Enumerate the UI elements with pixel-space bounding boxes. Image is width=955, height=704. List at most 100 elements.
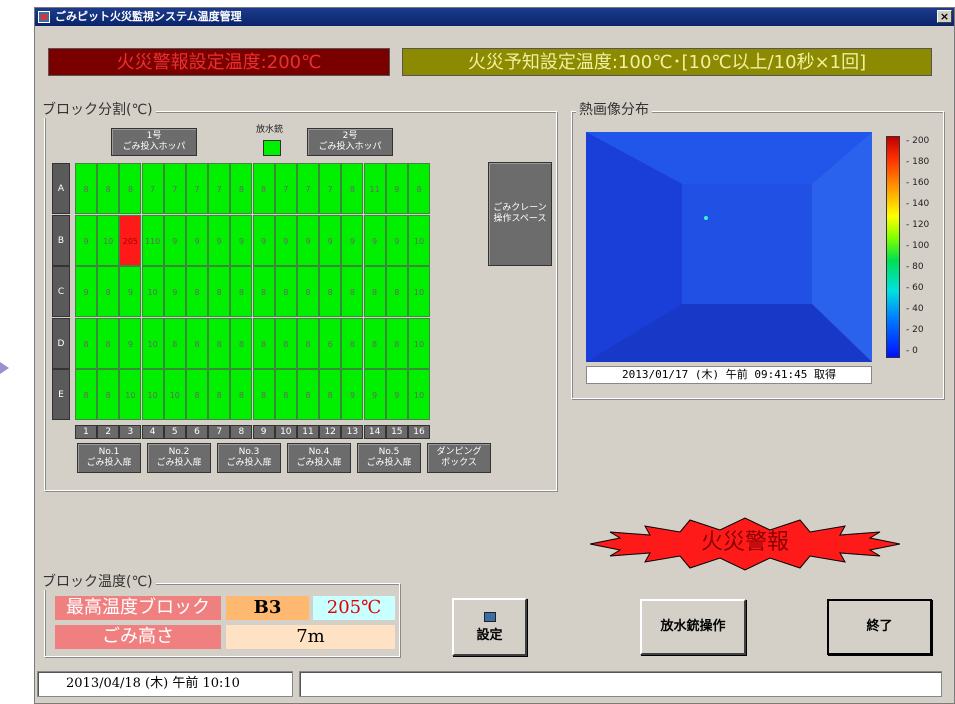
grid-cell-c1[interactable]: 9 — [75, 266, 97, 318]
close-button[interactable]: × — [937, 10, 952, 23]
grid-cell-c10[interactable]: 8 — [274, 266, 297, 318]
grid-cell-d8[interactable]: 8 — [230, 317, 253, 369]
grid-cell-b3[interactable]: 205 — [119, 214, 142, 266]
grid-cell-c5[interactable]: 9 — [163, 266, 186, 318]
grid-cell-d4[interactable]: 10 — [141, 317, 164, 369]
grid-cell-d13[interactable]: 8 — [341, 317, 364, 369]
alarm-setting-banner: 火災警報設定温度:200℃ — [48, 48, 390, 76]
grid-cell-e6[interactable]: 8 — [186, 369, 208, 421]
grid-cell-e15[interactable]: 9 — [385, 369, 408, 421]
grid-cell-d16[interactable]: 10 — [408, 317, 430, 369]
door-button-1[interactable]: No.1 ごみ投入扉 — [77, 443, 141, 473]
grid-cell-d10[interactable]: 8 — [274, 317, 297, 369]
grid-cell-c9[interactable]: 8 — [252, 266, 275, 318]
exit-button[interactable]: 終了 — [827, 599, 932, 655]
crane-space-button[interactable]: ごみクレーン 操作スペース — [488, 162, 552, 266]
app-icon — [38, 11, 50, 23]
grid-cell-d5[interactable]: 8 — [163, 317, 186, 369]
grid-cell-b13[interactable]: 9 — [341, 214, 364, 266]
grid-cell-c12[interactable]: 8 — [319, 266, 342, 318]
grid-cell-d9[interactable]: 8 — [252, 317, 275, 369]
grid-cell-a6[interactable]: 7 — [186, 163, 208, 214]
grid-cell-c6[interactable]: 8 — [186, 266, 208, 318]
grid-cell-d3[interactable]: 9 — [119, 317, 142, 369]
grid-cell-e7[interactable]: 8 — [208, 369, 231, 421]
grid-cell-b6[interactable]: 9 — [186, 214, 208, 266]
grid-cell-b8[interactable]: 9 — [230, 214, 253, 266]
grid-cell-b10[interactable]: 9 — [274, 214, 297, 266]
grid-cell-b9[interactable]: 9 — [252, 214, 275, 266]
grid-cell-b1[interactable]: 9 — [75, 214, 97, 266]
grid-cell-e5[interactable]: 10 — [163, 369, 186, 421]
grid-cell-a7[interactable]: 7 — [208, 163, 231, 214]
grid-cell-c8[interactable]: 8 — [230, 266, 253, 318]
grid-cell-b5[interactable]: 9 — [163, 214, 186, 266]
grid-cell-d14[interactable]: 8 — [363, 317, 386, 369]
grid-cell-e14[interactable]: 9 — [363, 369, 386, 421]
door-button-5[interactable]: No.5 ごみ投入扉 — [357, 443, 421, 473]
grid-cell-b2[interactable]: 10 — [97, 214, 120, 266]
grid-cell-c15[interactable]: 8 — [385, 266, 408, 318]
grid-cell-e2[interactable]: 8 — [97, 369, 120, 421]
grid-cell-d12[interactable]: 6 — [319, 317, 342, 369]
grid-cell-a11[interactable]: 7 — [297, 163, 319, 214]
scale-tick-100: - 100 — [906, 241, 930, 251]
settings-button[interactable]: 設定 — [452, 598, 527, 656]
grid-cell-a5[interactable]: 7 — [163, 163, 186, 214]
grid-cell-e4[interactable]: 10 — [141, 369, 164, 421]
grid-cell-a14[interactable]: 11 — [363, 163, 386, 214]
hopper2-button[interactable]: 2号 ごみ投入ホッパ — [307, 128, 393, 156]
door-button-6[interactable]: ダンピング ボックス — [427, 443, 491, 473]
grid-cell-e10[interactable]: 8 — [274, 369, 297, 421]
grid-cell-e9[interactable]: 8 — [252, 369, 275, 421]
thermal-back-wall — [682, 184, 812, 304]
grid-cell-c14[interactable]: 8 — [363, 266, 386, 318]
door-button-4[interactable]: No.4 ごみ投入扉 — [287, 443, 351, 473]
row-label-c: C — [52, 266, 70, 318]
grid-cell-e8[interactable]: 8 — [230, 369, 253, 421]
grid-cell-e16[interactable]: 10 — [408, 369, 430, 421]
scale-tick-20: - 20 — [906, 325, 924, 335]
grid-cell-a8[interactable]: 8 — [230, 163, 253, 214]
grid-cell-a3[interactable]: 8 — [119, 163, 142, 214]
grid-cell-d2[interactable]: 8 — [97, 317, 120, 369]
grid-cell-e1[interactable]: 8 — [75, 369, 97, 421]
column-label-4: 4 — [141, 425, 164, 439]
grid-cell-a15[interactable]: 9 — [385, 163, 408, 214]
grid-cell-a1[interactable]: 8 — [75, 163, 97, 214]
grid-cell-d7[interactable]: 8 — [208, 317, 231, 369]
grid-cell-d15[interactable]: 8 — [385, 317, 408, 369]
grid-cell-c7[interactable]: 8 — [208, 266, 231, 318]
grid-cell-c11[interactable]: 8 — [297, 266, 319, 318]
grid-cell-a16[interactable]: 8 — [408, 163, 430, 214]
grid-cell-c3[interactable]: 9 — [119, 266, 142, 318]
grid-cell-a9[interactable]: 8 — [252, 163, 275, 214]
grid-cell-d6[interactable]: 8 — [186, 317, 208, 369]
grid-cell-b4[interactable]: 110 — [141, 214, 164, 266]
grid-cell-b16[interactable]: 10 — [408, 214, 430, 266]
grid-cell-d11[interactable]: 8 — [297, 317, 319, 369]
grid-cell-a10[interactable]: 7 — [274, 163, 297, 214]
grid-cell-b7[interactable]: 9 — [208, 214, 231, 266]
grid-cell-a4[interactable]: 7 — [141, 163, 164, 214]
hopper1-button[interactable]: 1号 ごみ投入ホッパ — [111, 128, 197, 156]
door-button-3[interactable]: No.3 ごみ投入扉 — [217, 443, 281, 473]
grid-cell-e11[interactable]: 8 — [297, 369, 319, 421]
grid-cell-b12[interactable]: 9 — [319, 214, 342, 266]
grid-cell-e3[interactable]: 10 — [119, 369, 142, 421]
grid-cell-e13[interactable]: 9 — [341, 369, 364, 421]
grid-cell-c4[interactable]: 10 — [141, 266, 164, 318]
grid-cell-b14[interactable]: 9 — [363, 214, 386, 266]
grid-cell-b11[interactable]: 9 — [297, 214, 319, 266]
grid-cell-a2[interactable]: 8 — [97, 163, 120, 214]
grid-cell-b15[interactable]: 9 — [385, 214, 408, 266]
nozzle-operation-button[interactable]: 放水銃操作 — [640, 599, 746, 655]
door-button-2[interactable]: No.2 ごみ投入扉 — [147, 443, 211, 473]
grid-cell-c13[interactable]: 8 — [341, 266, 364, 318]
grid-cell-e12[interactable]: 8 — [319, 369, 342, 421]
grid-cell-d1[interactable]: 8 — [75, 317, 97, 369]
grid-cell-c16[interactable]: 10 — [408, 266, 430, 318]
grid-cell-a13[interactable]: 8 — [341, 163, 364, 214]
grid-cell-c2[interactable]: 8 — [97, 266, 120, 318]
grid-cell-a12[interactable]: 7 — [319, 163, 342, 214]
